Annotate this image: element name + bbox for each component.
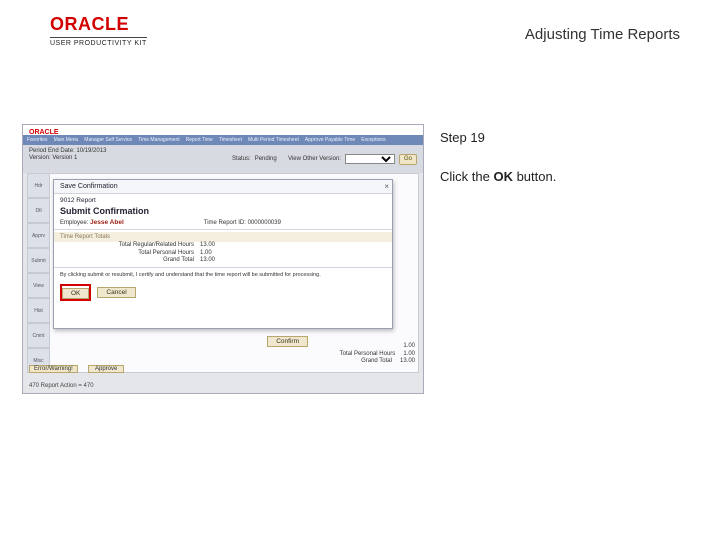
approve-button[interactable]: Approve <box>88 365 124 373</box>
confirm-disclaimer: By clicking submit or resubmit, I certif… <box>54 270 392 280</box>
nav-item[interactable]: Manager Self Service <box>84 137 132 143</box>
side-tabs: Hdr Dtl Apprv Submt View Hist Cmnt Misc <box>27 173 49 373</box>
kv-val: 1.00 <box>200 250 240 258</box>
brand-block: ORACLE USER PRODUCTIVITY KIT <box>50 14 147 47</box>
nav-item[interactable]: Favorites <box>27 137 48 143</box>
kv-val: 13.00 <box>200 242 240 250</box>
side-tab[interactable]: Hdr <box>27 173 49 198</box>
timereport-value: 0000000039 <box>248 220 281 226</box>
footer-text: 470 Report Action = 470 <box>29 383 94 389</box>
status-value: Pending <box>255 156 277 162</box>
close-icon[interactable]: × <box>384 182 389 191</box>
step-bold: OK <box>493 169 513 184</box>
side-tab[interactable]: View <box>27 273 49 298</box>
kv-val: 13.00 <box>200 257 240 265</box>
side-tab[interactable]: Cmnt <box>27 323 49 348</box>
timereport-label: Time Report ID: <box>204 220 246 226</box>
status-label: Status: <box>232 156 251 162</box>
view-other-label: View Other Version: <box>288 156 341 162</box>
employee-label: Employee: <box>60 220 88 226</box>
step-number: Step 19 <box>440 130 680 145</box>
oracle-logo: ORACLE <box>50 14 147 35</box>
dialog-heading: Submit Confirmation <box>54 204 392 218</box>
context-strip: Period End Date: 10/19/2013 Version: Ver… <box>23 145 423 173</box>
submit-confirmation-dialog: Save Confirmation × 9012 Report Submit C… <box>53 179 393 329</box>
kv-key: Grand Total <box>64 257 200 265</box>
instruction-panel: Step 19 Click the OK button. <box>440 130 680 184</box>
brand-subtitle: USER PRODUCTIVITY KIT <box>50 37 147 47</box>
total-lbl: Grand Total <box>361 358 392 365</box>
side-tab[interactable]: Submt <box>27 248 49 273</box>
go-button[interactable]: Go <box>399 154 417 165</box>
version-label: Version: <box>29 155 51 161</box>
ok-highlight: OK <box>60 284 91 301</box>
nav-item[interactable]: Timesheet <box>219 137 242 143</box>
step-pre: Click the <box>440 169 493 184</box>
nav-item[interactable]: Approve Payable Time <box>305 137 355 143</box>
ok-button[interactable]: OK <box>62 288 89 299</box>
dialog-title: Save Confirmation <box>54 180 392 194</box>
version-select[interactable] <box>345 154 395 164</box>
dialog-section: 9012 Report <box>54 194 392 204</box>
page-title: Adjusting Time Reports <box>525 26 680 43</box>
total-lbl: Total Personal Hours <box>340 351 396 358</box>
total-v: 1.00 <box>403 351 415 358</box>
period-label: Period End Date: <box>29 148 75 154</box>
kv-key: Total Regular/Related Hours <box>64 242 200 250</box>
kv-key: Total Personal Hours <box>64 250 200 258</box>
app-logo: ORACLE <box>23 129 59 136</box>
nav-item[interactable]: Multi Period Timesheet <box>248 137 299 143</box>
period-value: 10/19/2013 <box>76 148 106 154</box>
confirm-button[interactable]: Confirm <box>267 336 308 347</box>
employee-value: Jesse Abel <box>90 219 124 226</box>
step-instruction: Click the OK button. <box>440 169 680 184</box>
nav-item[interactable]: Report Time <box>186 137 213 143</box>
side-tab[interactable]: Hist <box>27 298 49 323</box>
nav-item[interactable]: Exceptions <box>361 137 385 143</box>
total-v: 13.00 <box>400 358 415 365</box>
side-tab[interactable]: Dtl <box>27 198 49 223</box>
total-v: 1.00 <box>403 343 415 350</box>
step-post: button. <box>513 169 556 184</box>
totals-header: Time Report Totals <box>54 232 392 242</box>
app-nav: Favorites Main Menu Manager Self Service… <box>23 135 423 145</box>
nav-item[interactable]: Main Menu <box>54 137 79 143</box>
page-totals: 1.00 Total Personal Hours 1.00 Grand Tota… <box>340 343 415 365</box>
version-value: Version 1 <box>52 155 77 161</box>
nav-item[interactable]: Time Management <box>138 137 180 143</box>
cancel-button[interactable]: Cancel <box>97 287 135 298</box>
app-screenshot: ORACLE Favorites Main Menu Manager Self … <box>22 124 424 394</box>
error-header[interactable]: Error/Warning! <box>29 365 78 373</box>
side-tab[interactable]: Apprv <box>27 223 49 248</box>
